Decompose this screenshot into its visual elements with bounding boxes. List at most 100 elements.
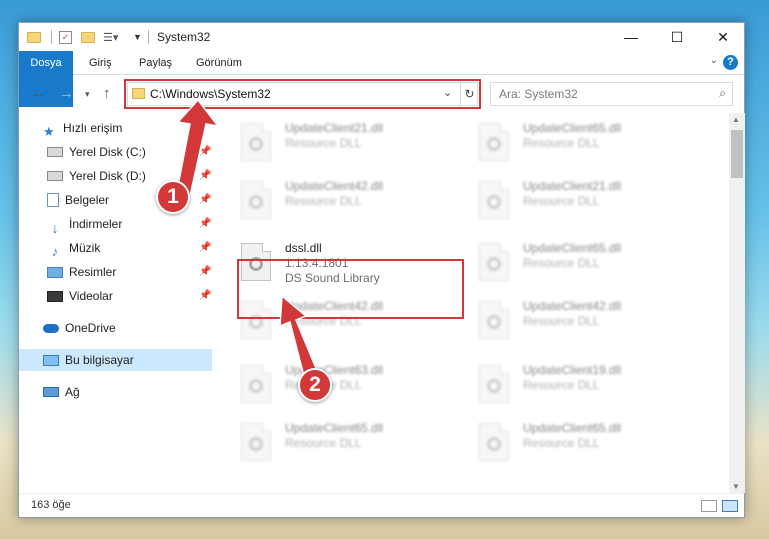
file-name: UpdateClient65.dll xyxy=(523,241,622,255)
gear-icon xyxy=(487,137,501,151)
file-name: UpdateClient19.dll xyxy=(523,363,622,377)
expand-ribbon-icon[interactable]: ⌄ xyxy=(710,55,718,66)
tab-home[interactable]: Giriş xyxy=(81,51,120,75)
file-item[interactable]: UpdateClient19.dll Resource DLL xyxy=(473,359,697,415)
ribbon-tabs: Dosya Giriş Paylaş Görünüm ⌄ ? xyxy=(19,51,744,107)
file-description: Resource DLL xyxy=(285,194,362,208)
title-bar: ✓ ☰▾ ▼ System32 — ☐ ✕ xyxy=(19,23,744,51)
network-icon xyxy=(43,387,59,397)
file-name: UpdateClient42.dll xyxy=(523,299,622,313)
gear-icon xyxy=(249,137,263,151)
tab-view[interactable]: Görünüm xyxy=(188,51,250,75)
file-name: UpdateClient65.dll xyxy=(523,421,622,435)
customize-toolbar-icon[interactable]: ☰▾ xyxy=(103,29,118,45)
file-description: Resource DLL xyxy=(285,136,362,150)
large-icons-view-icon[interactable] xyxy=(722,500,738,512)
pin-icon[interactable]: 📌 xyxy=(199,237,211,259)
file-description: Resource DLL xyxy=(523,136,600,150)
nav-label: Videolar xyxy=(69,289,113,303)
file-description: Resource DLL xyxy=(523,314,600,328)
nav-label: OneDrive xyxy=(65,321,116,335)
file-description: Resource DLL xyxy=(523,194,600,208)
drive-icon xyxy=(47,147,63,157)
nav-label: İndirmeler xyxy=(69,217,123,231)
download-icon: ↓ xyxy=(51,220,59,236)
pin-icon[interactable]: 📌 xyxy=(199,213,211,235)
file-item[interactable]: UpdateClient42.dll Resource DLL xyxy=(473,295,697,351)
cloud-icon xyxy=(43,323,59,333)
file-item[interactable]: UpdateClient65.dll Resource DLL xyxy=(473,237,697,293)
help-icon[interactable]: ? xyxy=(723,55,738,70)
gear-icon xyxy=(487,379,501,393)
up-arrow-icon[interactable]: ↑ xyxy=(103,85,111,102)
pin-icon[interactable]: 📌 xyxy=(199,165,211,187)
nav-label: Resimler xyxy=(69,265,117,279)
file-item[interactable]: UpdateClient63.dll Resource DLL xyxy=(235,359,459,415)
divider xyxy=(148,30,149,44)
pin-icon[interactable]: 📌 xyxy=(199,261,211,283)
minimize-button[interactable]: — xyxy=(608,23,654,51)
nav-label: Ağ xyxy=(65,385,80,399)
status-bar: 163 öğe xyxy=(19,493,744,517)
file-name: UpdateClient65.dll xyxy=(523,121,622,135)
file-name: UpdateClient21.dll xyxy=(523,179,622,193)
nav-label: Müzik xyxy=(69,241,101,255)
nav-label: Bu bilgisayar xyxy=(65,353,134,367)
nav-network[interactable]: Ağ xyxy=(43,381,80,403)
nav-item-music[interactable]: ♪ Müzik 📌 xyxy=(47,237,212,259)
nav-item-local-disk-d[interactable]: Yerel Disk (D:) 📌 xyxy=(47,165,212,187)
file-highlight-box xyxy=(237,259,464,319)
gear-icon xyxy=(249,379,263,393)
file-item[interactable]: UpdateClient21.dll Resource DLL xyxy=(235,117,459,173)
recent-locations-icon[interactable]: ▾ xyxy=(85,89,90,100)
search-input[interactable]: Ara: System32 ⌕ xyxy=(490,82,733,106)
close-button[interactable]: ✕ xyxy=(700,23,746,51)
forward-arrow-icon[interactable]: → xyxy=(59,85,74,102)
back-arrow-icon[interactable]: ← xyxy=(31,85,46,102)
nav-label: Belgeler xyxy=(65,193,110,207)
file-item[interactable]: UpdateClient42.dll Resource DLL xyxy=(235,175,459,231)
videos-icon xyxy=(47,290,63,302)
nav-onedrive[interactable]: OneDrive xyxy=(43,317,116,339)
step-badge-2: 2 xyxy=(298,368,332,402)
nav-item-videos[interactable]: Videolar 📌 xyxy=(47,285,212,307)
nav-item-local-disk-c[interactable]: Yerel Disk (C:) 📌 xyxy=(47,141,212,163)
scroll-up-icon[interactable]: ▲ xyxy=(732,115,740,124)
file-name: UpdateClient42.dll xyxy=(285,179,384,193)
file-description: Resource DLL xyxy=(523,256,600,270)
file-item[interactable]: UpdateClient65.dll Resource DLL xyxy=(235,417,459,473)
properties-icon[interactable]: ✓ xyxy=(59,29,72,45)
nav-quick-access[interactable]: ★ Hızlı erişim xyxy=(43,117,122,139)
gear-icon xyxy=(487,315,501,329)
gear-icon xyxy=(249,195,263,209)
tab-share[interactable]: Paylaş xyxy=(131,51,180,75)
pin-icon[interactable]: 📌 xyxy=(199,141,211,163)
file-name: UpdateClient65.dll xyxy=(285,421,384,435)
documents-icon xyxy=(47,193,59,207)
scroll-thumb[interactable] xyxy=(731,130,743,178)
details-view-icon[interactable] xyxy=(701,500,717,512)
pin-icon[interactable]: 📌 xyxy=(199,285,211,307)
nav-label: Yerel Disk (D:) xyxy=(69,169,146,183)
nav-item-pictures[interactable]: Resimler 📌 xyxy=(47,261,212,283)
file-item[interactable]: UpdateClient21.dll Resource DLL xyxy=(473,175,697,231)
maximize-button[interactable]: ☐ xyxy=(654,23,700,51)
chevron-down-icon[interactable]: ▼ xyxy=(133,29,142,45)
nav-label: Yerel Disk (C:) xyxy=(69,145,146,159)
new-folder-icon[interactable] xyxy=(81,29,95,45)
pictures-icon xyxy=(47,266,63,278)
nav-item-downloads[interactable]: ↓ İndirmeler 📌 xyxy=(47,213,212,236)
search-icon: ⌕ xyxy=(719,86,726,100)
pin-icon[interactable]: 📌 xyxy=(199,189,211,211)
file-item[interactable]: UpdateClient65.dll Resource DLL xyxy=(473,117,697,173)
item-count: 163 öğe xyxy=(31,499,71,511)
file-item[interactable]: UpdateClient65.dll Resource DLL xyxy=(473,417,697,473)
file-name: dssl.dll xyxy=(285,241,322,255)
nav-this-pc[interactable]: Bu bilgisayar xyxy=(19,349,212,371)
file-description: Resource DLL xyxy=(523,378,600,392)
file-name: UpdateClient21.dll xyxy=(285,121,384,135)
scroll-down-icon[interactable]: ▼ xyxy=(732,482,740,491)
file-description: Resource DLL xyxy=(523,436,600,450)
window-title: System32 xyxy=(157,30,211,44)
vertical-scrollbar[interactable]: ▲ ▼ xyxy=(729,113,745,493)
